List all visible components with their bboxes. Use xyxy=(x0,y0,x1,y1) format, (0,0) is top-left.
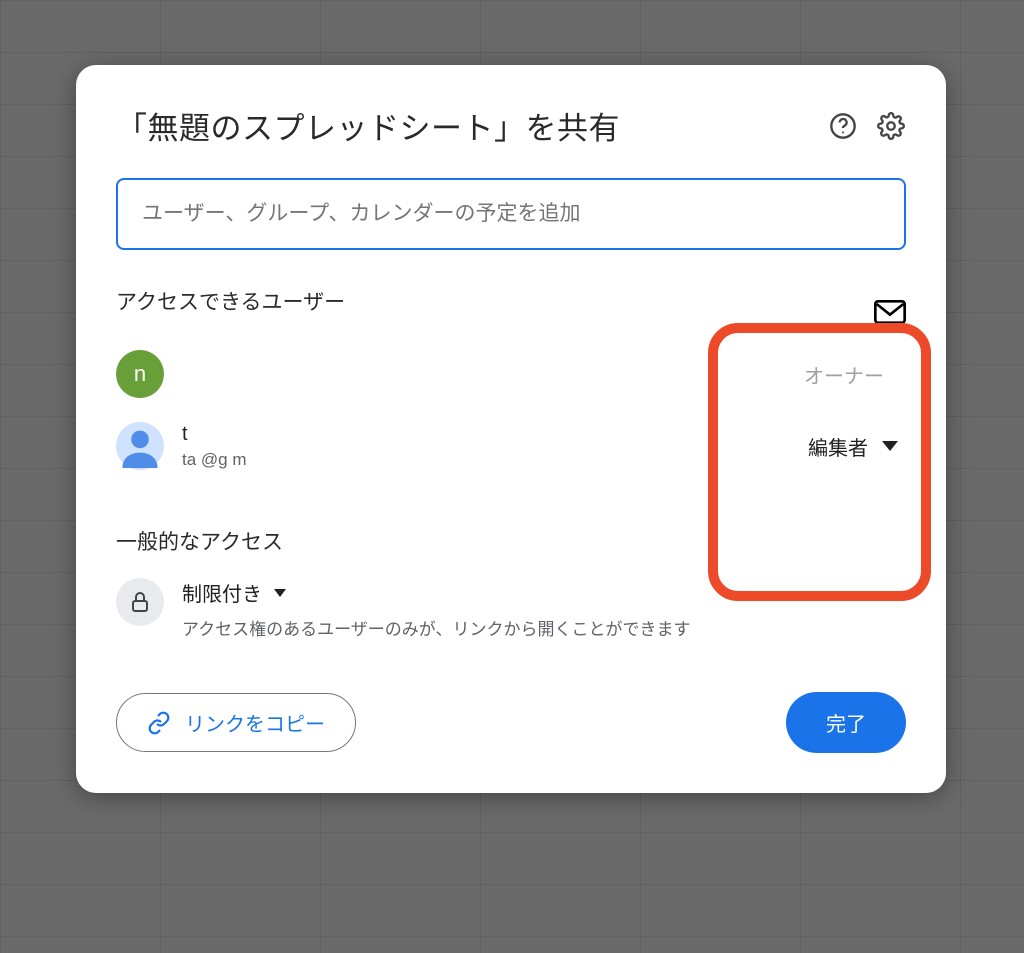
user-row: n オーナー xyxy=(116,338,906,410)
add-people-input[interactable] xyxy=(116,178,906,250)
general-access-row: 制限付き アクセス権のあるユーザーのみが、リンクから開くことができます xyxy=(116,578,906,640)
user-info xyxy=(182,372,786,376)
mail-icon[interactable] xyxy=(874,300,906,324)
general-access-description: アクセス権のあるユーザーのみが、リンクから開くことができます xyxy=(182,615,906,640)
help-icon[interactable] xyxy=(828,111,858,141)
chevron-down-icon xyxy=(274,589,286,597)
owner-role-label: オーナー xyxy=(804,360,906,389)
done-button[interactable]: 完了 xyxy=(786,692,906,753)
user-info: t ta @g m xyxy=(182,423,790,470)
dialog-header: 「無題のスプレッドシート」を共有 xyxy=(116,103,906,148)
share-dialog: 「無題のスプレッドシート」を共有 アクセスできるユーザー xyxy=(76,65,946,793)
dialog-title: 「無題のスプレッドシート」を共有 xyxy=(116,103,620,148)
general-section-title: 一般的なアクセス xyxy=(116,526,906,556)
general-access-mode: 制限付き xyxy=(182,578,262,607)
user-name: t xyxy=(182,423,790,446)
header-icons xyxy=(828,111,906,141)
general-access-dropdown[interactable]: 制限付き xyxy=(182,578,906,607)
general-access-section: 一般的なアクセス 制限付き アクセス権のあるユーザーのみが、リンクから開くことが… xyxy=(116,526,906,640)
avatar xyxy=(116,422,164,470)
dialog-footer: リンクをコピー 完了 xyxy=(116,692,906,753)
user-row: t ta @g m 編集者 xyxy=(116,410,906,482)
copy-link-label: リンクをコピー xyxy=(185,708,325,737)
copy-link-button[interactable]: リンクをコピー xyxy=(116,693,356,752)
access-section-title: アクセスできるユーザー xyxy=(116,286,345,316)
role-dropdown[interactable]: 編集者 xyxy=(808,432,906,461)
user-email: ta @g m xyxy=(182,450,790,470)
role-dropdown-label: 編集者 xyxy=(808,432,868,461)
access-header: アクセスできるユーザー xyxy=(116,286,906,338)
link-icon xyxy=(147,711,171,735)
general-info: 制限付き アクセス権のあるユーザーのみが、リンクから開くことができます xyxy=(182,578,906,640)
chevron-down-icon xyxy=(882,441,898,451)
lock-icon xyxy=(116,578,164,626)
avatar: n xyxy=(116,350,164,398)
gear-icon[interactable] xyxy=(876,111,906,141)
